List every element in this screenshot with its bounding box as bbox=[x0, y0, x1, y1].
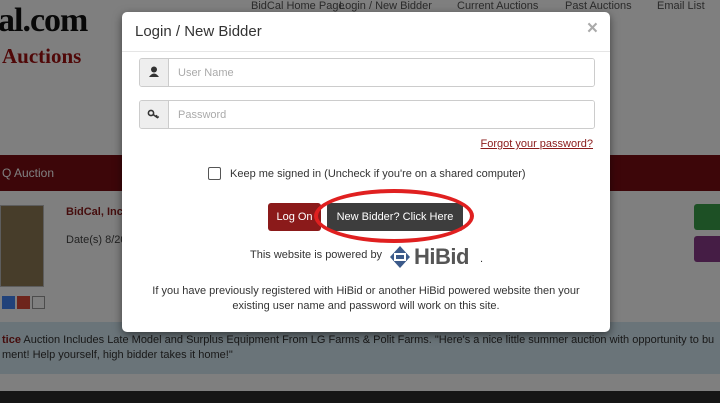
hibid-logo: HiBid bbox=[389, 244, 469, 270]
password-input[interactable] bbox=[169, 101, 594, 128]
powered-by-period: . bbox=[480, 253, 484, 265]
powered-by-text: This website is powered by bbox=[250, 249, 383, 261]
password-field bbox=[139, 100, 595, 129]
hibid-mark-icon bbox=[390, 246, 410, 268]
username-field bbox=[139, 58, 595, 87]
keep-signed-in[interactable]: Keep me signed in (Uncheck if you're on … bbox=[208, 167, 526, 180]
modal-header: Login / New Bidder × bbox=[122, 12, 610, 52]
log-on-button[interactable]: Log On bbox=[268, 203, 321, 231]
keep-signed-in-checkbox[interactable] bbox=[208, 167, 221, 180]
highlight-ring bbox=[314, 189, 474, 243]
forgot-password-link[interactable]: Forgot your password? bbox=[481, 138, 594, 150]
keep-signed-in-label: Keep me signed in (Uncheck if you're on … bbox=[230, 167, 526, 180]
login-modal: Login / New Bidder × Forgot your passwor… bbox=[122, 12, 610, 332]
close-icon[interactable]: × bbox=[587, 18, 598, 40]
username-input[interactable] bbox=[169, 59, 594, 86]
hibid-info-text: If you have previously registered with H… bbox=[152, 285, 580, 312]
user-icon bbox=[140, 59, 169, 86]
key-icon bbox=[140, 101, 169, 128]
hibid-wordmark: HiBid bbox=[414, 244, 469, 269]
modal-title: Login / New Bidder bbox=[135, 23, 262, 40]
